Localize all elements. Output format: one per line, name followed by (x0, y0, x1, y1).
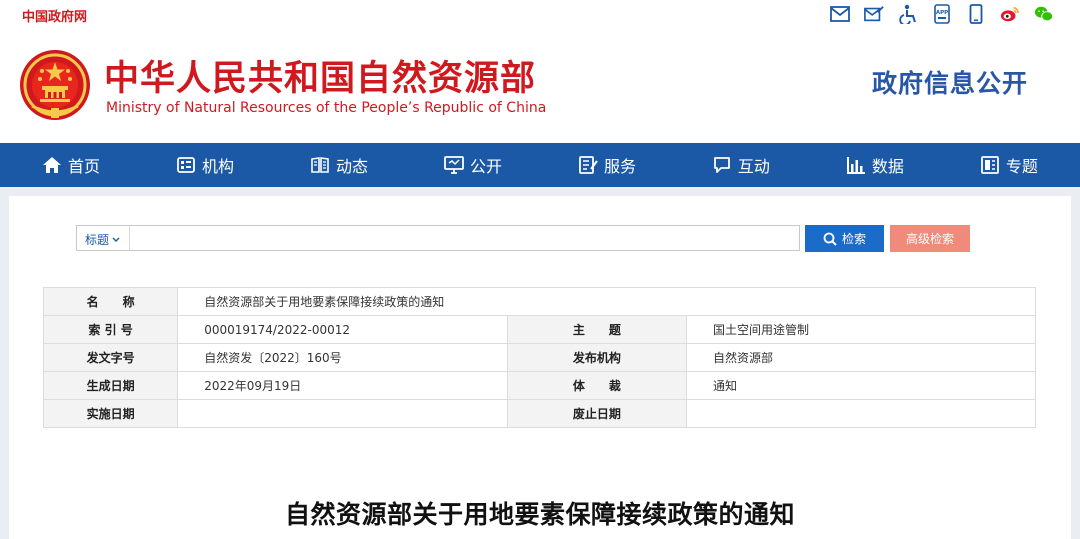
info-value: 2022年09月19日 (177, 371, 508, 400)
search-field-label: 标题 (85, 233, 110, 247)
info-value: 国土空间用途管制 (686, 315, 1036, 344)
mobile-icon[interactable] (966, 4, 986, 24)
table-row: 发文字号 自然资发〔2022〕160号 发布机构 自然资源部 (42, 343, 1036, 372)
nav-item-label: 互动 (737, 157, 770, 176)
nav-item-label: 首页 (68, 157, 101, 176)
search-icon (823, 232, 837, 246)
top-bar: 中国政府网 APP (0, 0, 1080, 30)
info-key: 发布机构 (506, 343, 688, 372)
top-icon-bar: APP (830, 4, 1054, 24)
site-title-cn: 中华人民共和国自然资源部 (104, 59, 537, 99)
chevron-down-icon (112, 237, 120, 242)
nav-item-label: 机构 (201, 157, 234, 176)
info-key: 主 题 (506, 315, 688, 344)
weibo-icon[interactable] (1000, 4, 1020, 24)
home-icon (43, 157, 61, 173)
table-row: 实施日期 废止日期 (42, 399, 1036, 428)
svg-text:APP: APP (936, 10, 948, 16)
nav-item-topic[interactable]: 专题 (978, 143, 1040, 187)
main-nav: 首页 机构 动态 公开 服务 互动 数据 专题 (0, 143, 1080, 187)
disclosure-icon (444, 156, 464, 174)
nav-item-home[interactable]: 首页 (40, 143, 102, 187)
nav-item-news[interactable]: 动态 (308, 143, 370, 187)
info-value: 000019174/2022-00012 (177, 315, 508, 344)
info-value: 自然资源部关于用地要素保障接续政策的通知 (177, 287, 1036, 316)
info-key: 废止日期 (506, 399, 688, 428)
nav-item-service[interactable]: 服务 (576, 143, 638, 187)
gov-cn-link[interactable]: 中国政府网 (22, 6, 87, 25)
table-row: 生成日期 2022年09月19日 体 裁 通知 (42, 371, 1036, 400)
service-icon (579, 156, 598, 174)
search-button-label: 检索 (841, 232, 866, 246)
app-icon[interactable]: APP (932, 4, 952, 24)
nav-item-interact[interactable]: 互动 (710, 143, 772, 187)
document-info-table: 名 称 自然资源部关于用地要素保障接续政策的通知 索 引 号 000019174… (42, 287, 1036, 428)
news-icon (311, 157, 329, 173)
nav-item-org[interactable]: 机构 (174, 143, 236, 187)
info-value: 通知 (686, 371, 1036, 400)
national-emblem-icon (18, 48, 92, 122)
table-row: 名 称 自然资源部关于用地要素保障接续政策的通知 (42, 287, 1036, 316)
search-box: 标题 (76, 225, 800, 251)
nav-item-label: 公开 (469, 157, 502, 176)
mail-icon[interactable] (830, 4, 850, 24)
nav-item-label: 专题 (1005, 157, 1038, 176)
wechat-icon[interactable] (1034, 4, 1054, 24)
info-value (686, 399, 1036, 428)
chart-icon (846, 157, 865, 174)
org-icon (177, 157, 195, 173)
accessibility-icon[interactable] (898, 4, 918, 24)
nav-item-label: 数据 (871, 157, 904, 176)
chat-icon (714, 157, 730, 173)
mail-edit-icon[interactable] (864, 4, 884, 24)
info-key: 名 称 (42, 287, 179, 316)
nav-item-data[interactable]: 数据 (844, 143, 906, 187)
info-key: 生成日期 (42, 371, 179, 400)
table-row: 索 引 号 000019174/2022-00012 主 题 国土空间用途管制 (42, 315, 1036, 344)
document-title: 自然资源部关于用地要素保障接续政策的通知 (284, 500, 795, 529)
nav-item-disclosure[interactable]: 公开 (442, 143, 504, 187)
search-divider (129, 226, 130, 250)
search-input[interactable] (131, 227, 795, 251)
search-button[interactable]: 检索 (805, 225, 884, 252)
nav-item-label: 服务 (603, 157, 636, 176)
info-key: 实施日期 (42, 399, 179, 428)
topic-icon (980, 156, 999, 174)
info-value: 自然资发〔2022〕160号 (177, 343, 508, 372)
search-field-select[interactable]: 标题 (85, 231, 120, 248)
advanced-search-button[interactable]: 高级检索 (890, 225, 970, 252)
info-key: 体 裁 (506, 371, 688, 400)
info-key: 发文字号 (42, 343, 179, 372)
section-title: 政府信息公开 (871, 69, 1028, 98)
info-value: 自然资源部 (686, 343, 1036, 372)
site-title-en: Ministry of Natural Resources of the Peo… (106, 100, 547, 116)
info-value (177, 399, 508, 428)
info-key: 索 引 号 (42, 315, 179, 344)
site-header: 中华人民共和国自然资源部 Ministry of Natural Resourc… (0, 30, 1080, 143)
nav-item-label: 动态 (335, 157, 368, 176)
